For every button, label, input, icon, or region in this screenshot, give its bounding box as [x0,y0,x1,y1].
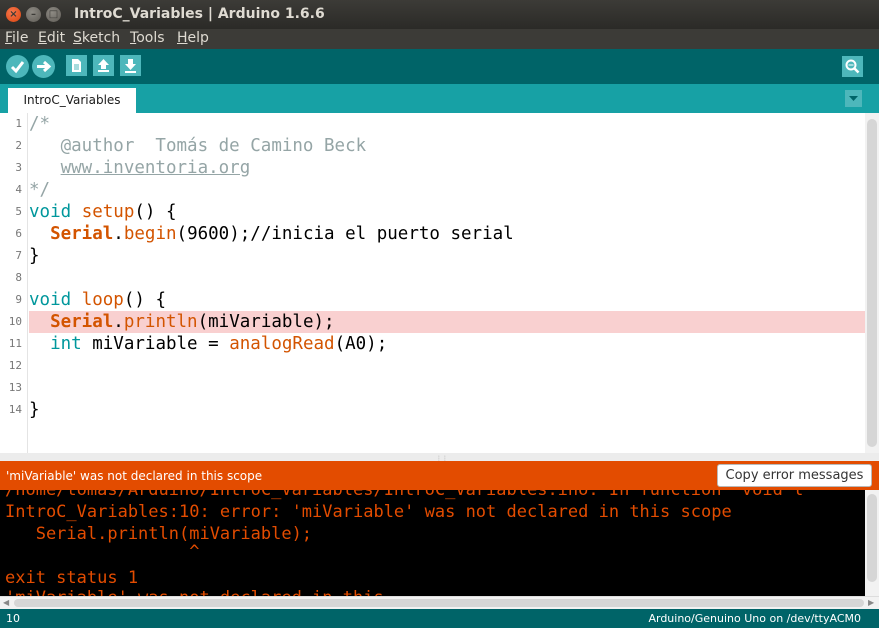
line-number: 7 [15,249,22,262]
code-line: void setup() { [29,202,177,222]
line-number: 12 [8,359,22,372]
chevron-down-icon [849,96,858,101]
scroll-left-icon[interactable]: ◀ [3,598,9,607]
magnifier-icon [845,59,860,74]
window-title: IntroC_Variables | Arduino 1.6.6 [74,6,325,22]
menu-tools[interactable]: Tools [130,30,165,46]
console-output[interactable]: /home/tomas/Arduino/IntroC_Variables/Int… [0,490,865,596]
tab-introc-variables[interactable]: IntroC_Variables [8,88,136,113]
console-horizontal-scrollbar[interactable]: ◀ ▶ [0,596,879,609]
up-arrow-icon [98,59,109,72]
minimize-window-icon[interactable]: – [26,7,41,22]
verify-button[interactable] [6,55,29,78]
code-token: */ [29,180,51,200]
console-line: IntroC_Variables:10: error: 'miVariable'… [5,502,732,522]
serial-monitor-button[interactable] [842,56,863,77]
title-bar: × – □ IntroC_Variables | Arduino 1.6.6 [0,0,879,29]
status-bar: 10 Arduino/Genuino Uno on /dev/ttyACM0 [0,609,879,628]
checkmark-icon [10,61,25,74]
new-file-icon [72,59,81,72]
console-line: 'miVariable' was not declared in this [5,587,384,596]
line-number: 14 [8,403,22,416]
menu-help[interactable]: Help [177,30,209,46]
code-line: int miVariable = analogRead(A0); [50,334,388,354]
status-board-port: Arduino/Genuino Uno on /dev/ttyACM0 [648,612,861,625]
line-number: 13 [8,381,22,394]
menu-edit[interactable]: Edit [38,30,65,46]
toolbar [0,49,879,84]
line-number: 9 [15,293,22,306]
code-line: void loop() { [29,290,167,310]
menu-sketch[interactable]: Sketch [73,30,120,46]
code-line: } [29,400,40,420]
code-line: Serial.begin(9600);//inicia el puerto se… [50,224,514,244]
line-number: 3 [15,161,22,174]
console-scrollbar-thumb[interactable] [867,494,877,582]
maximize-window-icon[interactable]: □ [46,7,61,22]
horizontal-scrollbar-thumb[interactable] [14,599,864,607]
code-token: /* [29,114,51,134]
menu-bar: File Edit Sketch Tools Help [0,29,879,49]
right-arrow-icon [37,60,52,73]
line-number: 4 [15,183,22,196]
error-message: 'miVariable' was not declared in this sc… [6,469,263,483]
status-line-number: 10 [6,612,20,625]
line-number: 10 [8,315,22,328]
console-line: /home/tomas/Arduino/IntroC_Variables/Int… [5,490,804,500]
line-number: 5 [15,205,22,218]
pane-splitter[interactable]: ⋮⋮ [0,453,879,462]
line-number: 6 [15,227,22,240]
line-number: 11 [8,337,22,350]
code-line: www.inventoria.org [29,157,251,179]
code-link[interactable]: www.inventoria.org [61,158,251,178]
close-window-icon[interactable]: × [6,7,21,22]
error-bar: 'miVariable' was not declared in this sc… [0,461,879,490]
line-number: 1 [15,117,22,130]
save-sketch-button[interactable] [120,55,141,76]
upload-button[interactable] [32,55,55,78]
console-line: ^ [5,542,200,562]
console-line: exit status 1 [5,568,139,588]
menu-file[interactable]: File [5,30,28,46]
code-line: /* [29,113,50,135]
editor-scrollbar[interactable] [865,113,879,453]
scroll-right-icon[interactable]: ▶ [868,598,874,607]
code-line: @author Tomás de Camino Beck [29,135,367,157]
open-sketch-button[interactable] [93,55,114,76]
copy-error-messages-button[interactable]: Copy error messages [717,464,872,487]
code-line: } [29,246,40,266]
console-scrollbar[interactable] [865,490,879,596]
code-editor[interactable]: 1 2 3 4 5 6 7 8 9 10 11 12 13 14 /* @aut… [0,113,879,453]
editor-scrollbar-thumb[interactable] [867,119,877,447]
line-number: 2 [15,139,22,152]
line-number-gutter: 1 2 3 4 5 6 7 8 9 10 11 12 13 14 [0,113,28,453]
tab-menu-button[interactable] [845,90,862,107]
tab-bar: IntroC_Variables [0,84,879,113]
line-number: 8 [15,271,22,284]
code-line: */ [29,179,50,201]
code-token: @author Tomás de Camino Beck [29,136,367,156]
code-line: Serial.println(miVariable); [50,312,335,332]
new-sketch-button[interactable] [66,55,87,76]
down-arrow-icon [125,59,136,73]
